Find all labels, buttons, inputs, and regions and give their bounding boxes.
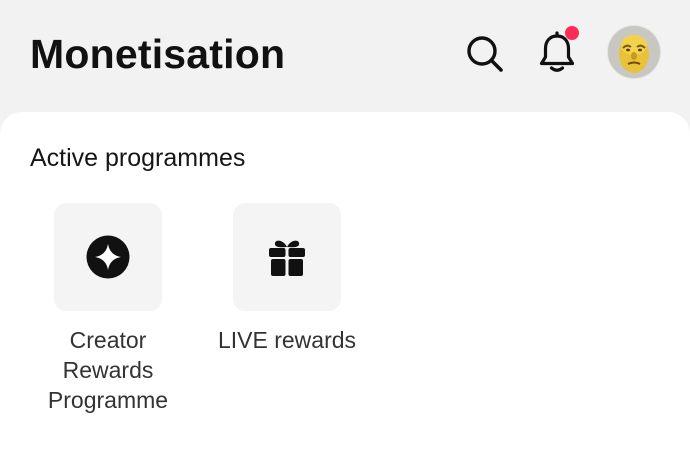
avatar-image: [608, 26, 660, 78]
programme-tile[interactable]: [54, 203, 162, 311]
gift-icon: [269, 240, 305, 276]
header: Monetisation: [0, 0, 690, 112]
programme-tile[interactable]: [233, 203, 341, 311]
search-icon: [467, 36, 503, 72]
programme-label: Creator Rewards Programme: [47, 327, 169, 413]
sparkle-icon: [86, 235, 130, 279]
active-programmes-card: Active programmes Creator Rewards Progra…: [0, 112, 690, 452]
search-button[interactable]: [462, 31, 508, 77]
notification-badge: [565, 26, 579, 40]
programme-live-rewards[interactable]: LIVE rewards: [197, 203, 377, 355]
section-title: Active programmes: [30, 144, 246, 172]
page-title: Monetisation: [30, 31, 286, 77]
programme-label: LIVE rewards: [217, 327, 357, 353]
notifications-button[interactable]: [534, 26, 580, 78]
avatar[interactable]: [608, 26, 660, 78]
programme-creator-rewards[interactable]: Creator Rewards Programme: [18, 203, 198, 415]
